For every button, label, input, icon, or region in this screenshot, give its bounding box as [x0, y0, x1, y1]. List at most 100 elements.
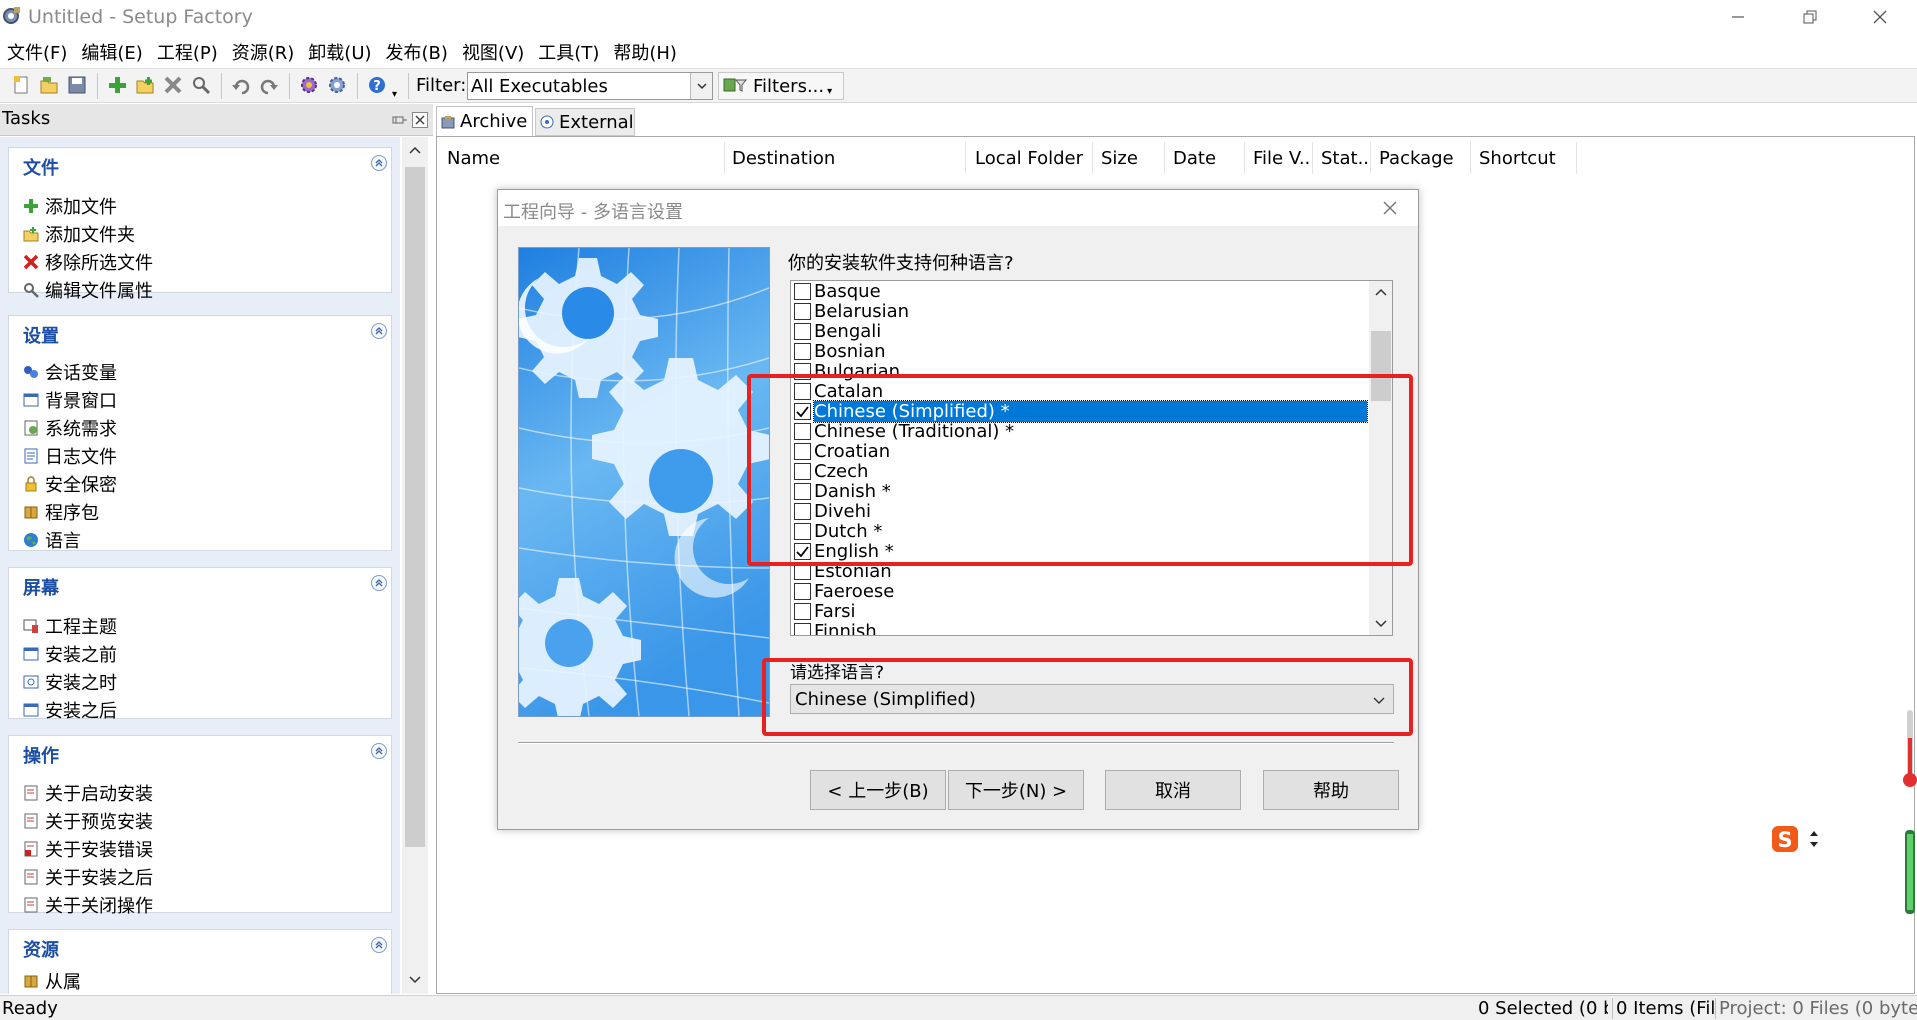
- file-properties-icon[interactable]: [188, 72, 214, 98]
- close-panel-icon[interactable]: [412, 112, 428, 128]
- build-icon[interactable]: [296, 72, 322, 98]
- scroll-up-icon[interactable]: [408, 145, 422, 155]
- collapse-chevron-icon[interactable]: [371, 937, 387, 953]
- scroll-up-icon[interactable]: [1374, 287, 1388, 297]
- checkbox-checked[interactable]: [794, 542, 811, 560]
- checkbox[interactable]: [794, 462, 811, 480]
- language-item-estonian[interactable]: Estonian: [791, 561, 1367, 582]
- language-item-faeroese[interactable]: Faeroese: [791, 581, 1367, 602]
- default-language-select[interactable]: Chinese (Simplified): [790, 684, 1394, 714]
- menu-view[interactable]: 视图(V): [462, 39, 524, 65]
- menu-file[interactable]: 文件(F): [7, 39, 67, 65]
- checkbox[interactable]: [794, 362, 811, 380]
- task-on-preload[interactable]: 关于预览安装: [21, 808, 153, 834]
- task-remove-selected[interactable]: 移除所选文件: [21, 249, 153, 275]
- collapse-chevron-icon[interactable]: [371, 155, 387, 171]
- checkbox[interactable]: [794, 322, 811, 340]
- column-package[interactable]: Package: [1369, 142, 1471, 174]
- help-dropdown-icon[interactable]: ▾: [392, 89, 397, 100]
- checkbox[interactable]: [794, 602, 811, 620]
- add-folder-icon[interactable]: [132, 72, 158, 98]
- scroll-down-icon[interactable]: [408, 975, 422, 985]
- menu-edit[interactable]: 编辑(E): [81, 39, 142, 65]
- checkbox[interactable]: [794, 302, 811, 320]
- task-on-startup[interactable]: 关于启动安装: [21, 780, 153, 806]
- language-item-english[interactable]: English *: [791, 541, 1367, 562]
- chevron-down-icon[interactable]: [690, 73, 712, 99]
- pin-icon[interactable]: [392, 112, 408, 128]
- checkbox[interactable]: [794, 622, 811, 635]
- collapse-chevron-icon[interactable]: [371, 743, 387, 759]
- language-item-czech[interactable]: Czech: [791, 461, 1367, 482]
- scroll-down-icon[interactable]: [1374, 619, 1388, 629]
- column-local-folder[interactable]: Local Folder: [965, 142, 1093, 174]
- task-session-variables[interactable]: 会话变量: [21, 359, 117, 385]
- add-file-icon[interactable]: [104, 72, 130, 98]
- task-languages[interactable]: 语言: [21, 527, 81, 553]
- menu-uninstall[interactable]: 卸载(U): [308, 39, 371, 65]
- language-item-basque[interactable]: Basque: [791, 281, 1367, 302]
- filters-button[interactable]: Filters... ▾: [718, 72, 844, 100]
- cancel-button[interactable]: 取消: [1105, 770, 1241, 810]
- next-button[interactable]: 下一步(N) >: [948, 770, 1084, 810]
- task-before-install[interactable]: 安装之前: [21, 641, 117, 667]
- task-background-window[interactable]: 背景窗口: [21, 387, 117, 413]
- column-file-version[interactable]: File V...: [1243, 142, 1313, 174]
- undo-icon[interactable]: [228, 72, 254, 98]
- checkbox[interactable]: [794, 382, 811, 400]
- column-status[interactable]: Stat...: [1311, 142, 1371, 174]
- back-button[interactable]: < 上一步(B): [810, 770, 946, 810]
- task-add-folder[interactable]: 添加文件夹: [21, 221, 135, 247]
- column-name[interactable]: Name: [437, 142, 725, 174]
- filter-select[interactable]: All Executables: [467, 72, 713, 100]
- checkbox[interactable]: [794, 442, 811, 460]
- scroll-thumb[interactable]: [1371, 331, 1391, 401]
- scroll-thumb[interactable]: [405, 167, 425, 847]
- new-project-icon[interactable]: [8, 72, 34, 98]
- checkbox-checked[interactable]: [794, 402, 811, 420]
- sogou-s-icon[interactable]: S: [1770, 824, 1800, 854]
- collapse-chevron-icon[interactable]: [371, 575, 387, 591]
- language-item-bosnian[interactable]: Bosnian: [791, 341, 1367, 362]
- task-log-file[interactable]: 日志文件: [21, 443, 117, 469]
- language-item-finnish[interactable]: Finnish: [791, 621, 1367, 635]
- task-edit-file-properties[interactable]: 编辑文件属性: [21, 277, 153, 303]
- checkbox[interactable]: [794, 422, 811, 440]
- checkbox[interactable]: [794, 562, 811, 580]
- column-shortcut[interactable]: Shortcut: [1469, 142, 1577, 174]
- close-window-button[interactable]: [1850, 0, 1910, 34]
- task-packages[interactable]: 程序包: [21, 499, 99, 525]
- tasks-scrollbar[interactable]: [402, 137, 428, 994]
- language-item-danish[interactable]: Danish *: [791, 481, 1367, 502]
- language-checklist[interactable]: Basque Belarusian Bengali Bosnian Bulgar…: [790, 280, 1393, 636]
- collapse-chevron-icon[interactable]: [371, 323, 387, 339]
- task-project-theme[interactable]: 工程主题: [21, 613, 117, 639]
- task-security[interactable]: 安全保密: [21, 471, 117, 497]
- language-item-bulgarian[interactable]: Bulgarian: [791, 361, 1367, 382]
- checkbox[interactable]: [794, 502, 811, 520]
- task-add-file[interactable]: 添加文件: [21, 193, 117, 219]
- redo-icon[interactable]: [256, 72, 282, 98]
- open-project-icon[interactable]: [36, 72, 62, 98]
- checkbox[interactable]: [794, 522, 811, 540]
- language-item-dutch[interactable]: Dutch *: [791, 521, 1367, 542]
- language-item-bengali[interactable]: Bengali: [791, 321, 1367, 342]
- language-item-farsi[interactable]: Farsi: [791, 601, 1367, 622]
- checkbox[interactable]: [794, 282, 811, 300]
- remove-file-icon[interactable]: [160, 72, 186, 98]
- task-dependencies[interactable]: 从属: [21, 968, 81, 994]
- tab-archive[interactable]: Archive: [436, 106, 533, 136]
- language-item-chinese-simplified[interactable]: Chinese (Simplified) *: [791, 399, 1368, 423]
- help-button[interactable]: 帮助: [1263, 770, 1399, 810]
- menu-publish[interactable]: 发布(B): [386, 39, 448, 65]
- tab-external[interactable]: External: [535, 108, 635, 136]
- chevron-down-icon[interactable]: [1371, 692, 1387, 708]
- close-icon[interactable]: [1380, 198, 1400, 218]
- language-list-scrollbar[interactable]: [1369, 281, 1392, 635]
- language-item-divehi[interactable]: Divehi: [791, 501, 1367, 522]
- help-icon[interactable]: ?: [364, 72, 390, 98]
- language-item-croatian[interactable]: Croatian: [791, 441, 1367, 462]
- task-on-error[interactable]: 关于安装错误: [21, 836, 153, 862]
- language-item-belarusian[interactable]: Belarusian: [791, 301, 1367, 322]
- task-system-requirements[interactable]: 系统需求: [21, 415, 117, 441]
